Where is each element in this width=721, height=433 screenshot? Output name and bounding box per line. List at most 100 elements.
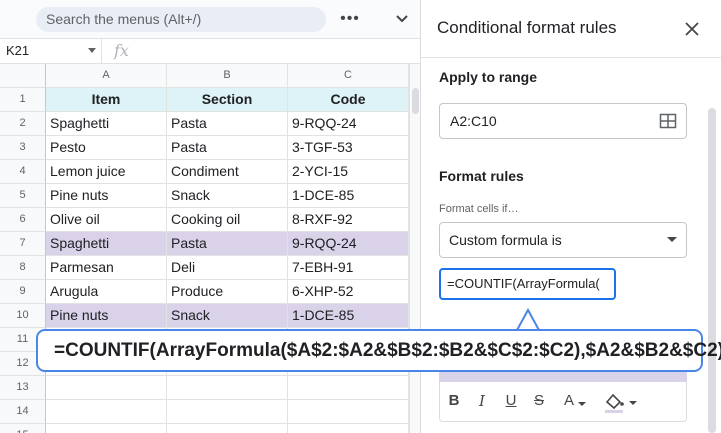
table-row: 8 Parmesan Deli 7-EBH-91	[0, 256, 409, 280]
cell[interactable]: Pine nuts	[46, 304, 167, 328]
name-box[interactable]: K21	[0, 39, 102, 63]
panel-title: Conditional format rules	[437, 18, 617, 37]
cell[interactable]: Produce	[167, 280, 288, 304]
formula-bar: K21 fx	[0, 38, 420, 64]
panel-header: Conditional format rules	[421, 0, 721, 58]
cell[interactable]: Pasta	[167, 136, 288, 160]
table-row: 9 Arugula Produce 6-XHP-52	[0, 280, 409, 304]
chevron-down-icon[interactable]	[88, 48, 96, 53]
table-row: 14	[0, 400, 409, 424]
cell[interactable]: Code	[288, 88, 409, 112]
cell[interactable]: 7-EBH-91	[288, 256, 409, 280]
row-header[interactable]: 1	[0, 88, 46, 112]
cell[interactable]: 9-RQQ-24	[288, 112, 409, 136]
row-header[interactable]: 8	[0, 256, 46, 280]
cell[interactable]: Pine nuts	[46, 184, 167, 208]
cell[interactable]: Pasta	[167, 112, 288, 136]
cell[interactable]: Arugula	[46, 280, 167, 304]
row-header[interactable]: 6	[0, 208, 46, 232]
more-horizontal-icon[interactable]: •••	[339, 8, 361, 30]
cell[interactable]	[46, 424, 167, 433]
select-all-corner[interactable]	[0, 64, 46, 88]
table-row: 7 Spaghetti Pasta 9-RQQ-24	[0, 232, 409, 256]
cell[interactable]: Condiment	[167, 160, 288, 184]
apply-to-range-label: Apply to range	[439, 69, 538, 85]
cell[interactable]	[167, 400, 288, 424]
cell[interactable]: Cooking oil	[167, 208, 288, 232]
cell[interactable]: Deli	[167, 256, 288, 280]
cell[interactable]: 6-XHP-52	[288, 280, 409, 304]
fx-icon: fx	[114, 41, 129, 60]
cell[interactable]: Spaghetti	[46, 112, 167, 136]
cell[interactable]: Snack	[167, 304, 288, 328]
bold-button[interactable]: B	[444, 392, 464, 409]
menu-search-input[interactable]: Search the menus (Alt+/)	[36, 7, 326, 32]
table-row: 3 Pesto Pasta 3-TGF-53	[0, 136, 409, 160]
close-icon[interactable]	[683, 20, 701, 38]
cell[interactable]: Lemon juice	[46, 160, 167, 184]
condition-select[interactable]: Custom formula is	[439, 222, 687, 258]
cell[interactable]	[288, 400, 409, 424]
range-input[interactable]: A2:C10	[439, 103, 687, 139]
cell[interactable]: Spaghetti	[46, 232, 167, 256]
custom-formula-input[interactable]: =COUNTIF(ArrayFormula(	[439, 268, 616, 300]
underline-button[interactable]: U	[501, 392, 521, 409]
column-header-row: A B C	[0, 64, 409, 88]
table-row: 4 Lemon juice Condiment 2-YCI-15	[0, 160, 409, 184]
row-header[interactable]: 3	[0, 136, 46, 160]
cell[interactable]: 8-RXF-92	[288, 208, 409, 232]
chevron-down-icon[interactable]	[392, 8, 412, 30]
text-color-button[interactable]: A	[559, 392, 579, 409]
chevron-down-icon[interactable]	[577, 400, 587, 408]
cell[interactable]	[288, 376, 409, 400]
format-rules-label: Format rules	[439, 168, 524, 184]
vertical-scrollbar[interactable]	[409, 64, 420, 433]
scrollbar-thumb[interactable]	[412, 88, 419, 114]
formula-callout: =COUNTIF(ArrayFormula($A$2:$A2&$B$2:$B2&…	[36, 329, 721, 372]
table-row: 10 Pine nuts Snack 1-DCE-85	[0, 304, 409, 328]
cell[interactable]: Olive oil	[46, 208, 167, 232]
cell[interactable]: 9-RQQ-24	[288, 232, 409, 256]
column-header-a[interactable]: A	[46, 64, 167, 88]
row-header[interactable]: 5	[0, 184, 46, 208]
row-header[interactable]: 15	[0, 424, 46, 433]
column-header-b[interactable]: B	[167, 64, 288, 88]
panel-scrollbar[interactable]	[708, 108, 716, 433]
menu-bar: Search the menus (Alt+/) •••	[0, 0, 420, 38]
table-row: 15	[0, 424, 409, 433]
table-row: 2 Spaghetti Pasta 9-RQQ-24	[0, 112, 409, 136]
row-header[interactable]: 10	[0, 304, 46, 328]
table-row: 1 Item Section Code	[0, 88, 409, 112]
row-header[interactable]: 9	[0, 280, 46, 304]
cell[interactable]: Snack	[167, 184, 288, 208]
row-header[interactable]: 7	[0, 232, 46, 256]
cell[interactable]: 1-DCE-85	[288, 184, 409, 208]
format-cells-if-label: Format cells if…	[439, 203, 519, 215]
cell[interactable]: Parmesan	[46, 256, 167, 280]
grid-select-icon[interactable]	[659, 112, 677, 130]
cell[interactable]	[167, 424, 288, 433]
italic-button[interactable]: I	[472, 392, 492, 410]
row-header[interactable]: 14	[0, 400, 46, 424]
column-header-c[interactable]: C	[288, 64, 409, 88]
cell[interactable]: 1-DCE-85	[288, 304, 409, 328]
chevron-down-icon[interactable]	[667, 237, 677, 242]
cell[interactable]: Pesto	[46, 136, 167, 160]
row-header[interactable]: 4	[0, 160, 46, 184]
cell[interactable]	[46, 400, 167, 424]
fill-color-icon[interactable]	[603, 391, 639, 413]
strikethrough-button[interactable]: S	[529, 392, 549, 409]
cell[interactable]	[46, 376, 167, 400]
table-row: 5 Pine nuts Snack 1-DCE-85	[0, 184, 409, 208]
table-row: 6 Olive oil Cooking oil 8-RXF-92	[0, 208, 409, 232]
table-row: 13	[0, 376, 409, 400]
cell[interactable]: 2-YCI-15	[288, 160, 409, 184]
row-header[interactable]: 13	[0, 376, 46, 400]
cell[interactable]	[167, 376, 288, 400]
cell[interactable]	[288, 424, 409, 433]
cell[interactable]: Section	[167, 88, 288, 112]
cell[interactable]: Pasta	[167, 232, 288, 256]
row-header[interactable]: 2	[0, 112, 46, 136]
cell[interactable]: Item	[46, 88, 167, 112]
cell[interactable]: 3-TGF-53	[288, 136, 409, 160]
